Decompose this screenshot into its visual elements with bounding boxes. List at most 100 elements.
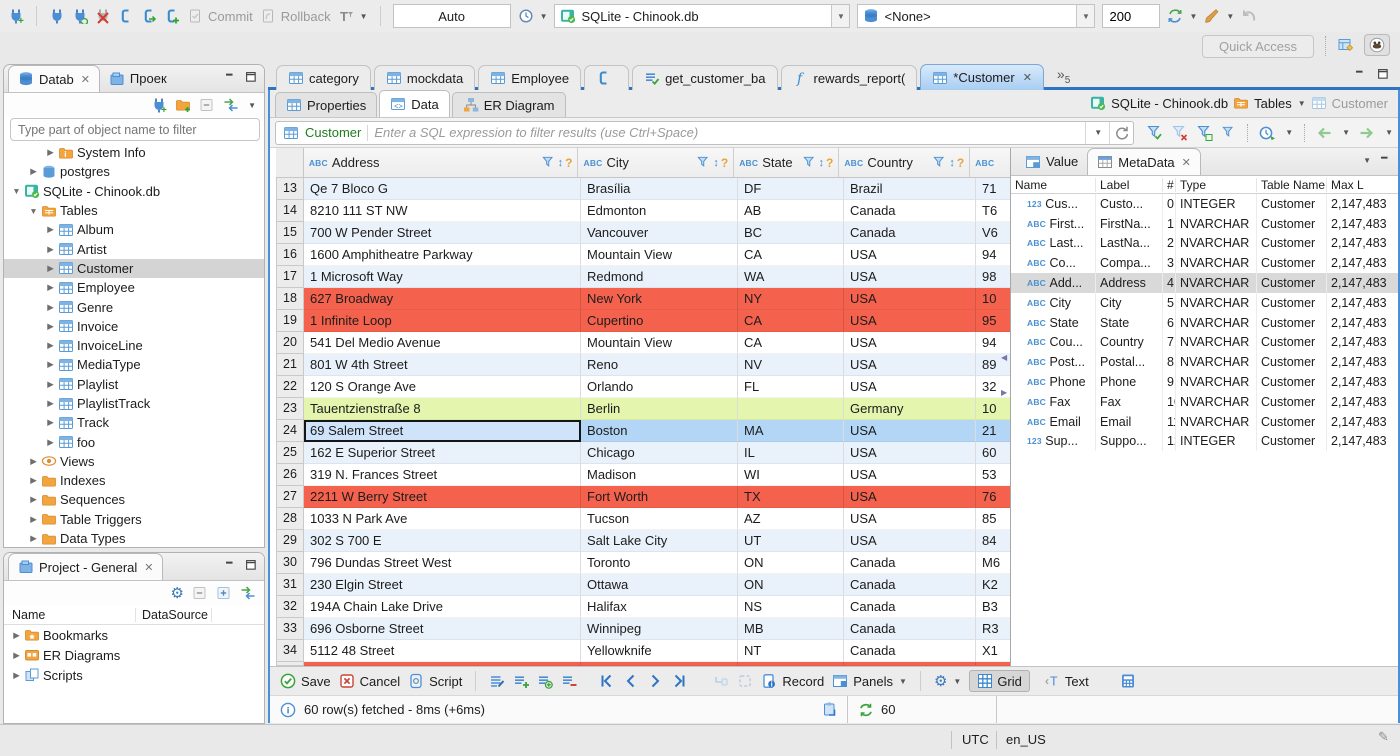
metadata-row[interactable]: ABC Add... Address 4 NVARCHAR Customer 2… bbox=[1011, 273, 1398, 293]
meta-type-cell[interactable]: INTEGER bbox=[1176, 194, 1257, 214]
data-cell[interactable]: Ottawa bbox=[581, 574, 738, 596]
close-icon[interactable]: ✕ bbox=[81, 73, 90, 86]
save-button[interactable]: Save bbox=[280, 673, 331, 689]
table-row[interactable]: 28 1033 N Park Ave Tucson AZ USA 85 bbox=[276, 508, 1016, 530]
timezone-indicator[interactable]: UTC bbox=[962, 732, 989, 747]
column-datasource[interactable]: DataSource bbox=[136, 607, 212, 622]
add-row-icon[interactable] bbox=[513, 673, 530, 689]
delete-row-icon[interactable] bbox=[561, 673, 577, 689]
project-item-er-diagrams[interactable]: ▶ ER Diagrams bbox=[4, 645, 264, 665]
breadcrumb-table[interactable]: Customer bbox=[1332, 96, 1388, 111]
tree-item-indexes[interactable]: ▶ Indexes bbox=[4, 471, 264, 490]
meta-ordinal-cell[interactable]: 1 bbox=[1163, 213, 1176, 234]
tree-item-sequences[interactable]: ▶ Sequences bbox=[4, 490, 264, 509]
tree-item-genre[interactable]: ▶ Genre bbox=[4, 297, 264, 316]
row-number[interactable]: 24 bbox=[276, 420, 304, 442]
data-cell[interactable]: DF bbox=[738, 178, 844, 200]
chevron-right-icon[interactable]: ▶ bbox=[27, 456, 40, 467]
data-cell[interactable]: CA bbox=[738, 244, 844, 266]
format-button[interactable]: ▼ bbox=[1204, 8, 1234, 24]
row-number[interactable]: 28 bbox=[276, 508, 304, 530]
chevron-right-icon[interactable]: ▶ bbox=[44, 417, 57, 428]
metadata-row[interactable]: 123 Sup... Suppo... 12 INTEGER Customer … bbox=[1011, 431, 1398, 452]
meta-table-cell[interactable]: Customer bbox=[1257, 431, 1327, 452]
row-number[interactable]: 34 bbox=[276, 640, 304, 662]
data-cell[interactable]: Brasília bbox=[581, 178, 738, 200]
filter-icon[interactable] bbox=[802, 156, 817, 170]
meta-table-cell[interactable]: Customer bbox=[1257, 372, 1327, 392]
sash-expand-icon[interactable]: ▶ bbox=[1001, 388, 1007, 397]
row-number[interactable] bbox=[276, 662, 304, 666]
column-name[interactable]: Name bbox=[4, 607, 136, 622]
meta-name-cell[interactable]: ABC Cou... bbox=[1011, 332, 1096, 353]
tab-er-diagram[interactable]: ER Diagram bbox=[451, 92, 566, 117]
column-header-address[interactable]: ABC Address ↕? bbox=[304, 148, 579, 177]
filter-icon[interactable] bbox=[541, 156, 556, 170]
data-cell[interactable]: Canada bbox=[844, 574, 976, 596]
view-menu-icon[interactable]: ▼ bbox=[1363, 156, 1371, 165]
column-hint-icon[interactable]: ? bbox=[957, 156, 964, 170]
data-cell[interactable]: Vancouver bbox=[581, 222, 738, 244]
tree-item-views[interactable]: ▶ Views bbox=[4, 452, 264, 471]
meta-column-type[interactable]: Type bbox=[1176, 177, 1257, 192]
commit-button[interactable]: Commit bbox=[187, 8, 253, 24]
metadata-row[interactable]: ABC Last... LastNa... 2 NVARCHAR Custome… bbox=[1011, 233, 1398, 254]
meta-ordinal-cell[interactable]: 11 bbox=[1163, 411, 1176, 432]
data-cell[interactable]: 1033 N Park Ave bbox=[304, 508, 581, 530]
data-cell[interactable]: Cupertino bbox=[581, 310, 738, 332]
data-cell[interactable]: 319 N. Frances Street bbox=[304, 464, 581, 486]
chevron-right-icon[interactable]: ▶ bbox=[27, 494, 40, 505]
data-cell[interactable]: 8210 111 ST NW bbox=[304, 200, 581, 222]
data-cell[interactable]: NS bbox=[738, 596, 844, 618]
remove-filter-icon[interactable] bbox=[1172, 125, 1188, 141]
table-row[interactable]: 26 319 N. Frances Street Madison WI USA 53 bbox=[276, 464, 1016, 486]
new-sql-editor-icon[interactable] bbox=[164, 8, 180, 24]
data-cell[interactable]: Canada bbox=[844, 596, 976, 618]
meta-table-cell[interactable]: Customer bbox=[1257, 411, 1327, 432]
transaction-mode-button[interactable]: T ▼ bbox=[338, 8, 368, 24]
data-cell[interactable]: AZ bbox=[738, 508, 844, 530]
meta-maxlength-cell[interactable]: 2,147,483 bbox=[1327, 392, 1398, 412]
meta-name-cell[interactable]: ABC Fax bbox=[1011, 391, 1096, 412]
meta-ordinal-cell[interactable]: 7 bbox=[1163, 332, 1176, 353]
tree-item-tables[interactable]: ▼ Tables bbox=[4, 201, 264, 220]
meta-type-cell[interactable]: NVARCHAR bbox=[1176, 372, 1257, 392]
table-row[interactable]: 15 700 W Pender Street Vancouver BC Canada V6 bbox=[276, 222, 1016, 244]
meta-table-cell[interactable]: Customer bbox=[1257, 352, 1327, 373]
column-hint-icon[interactable]: ? bbox=[826, 156, 833, 170]
view-menu-icon[interactable]: ▼ bbox=[248, 101, 256, 110]
meta-type-cell[interactable]: NVARCHAR bbox=[1176, 411, 1257, 432]
data-cell[interactable]: 627 Broadway bbox=[304, 288, 581, 310]
fetch-all-icon[interactable] bbox=[737, 673, 753, 689]
link-with-editor-icon[interactable] bbox=[223, 97, 239, 113]
row-number[interactable]: 31 bbox=[276, 574, 304, 596]
table-row[interactable]: 34 5112 48 Street Yellowknife NT Canada X1 bbox=[276, 640, 1016, 662]
last-row-icon[interactable] bbox=[671, 673, 687, 689]
meta-type-cell[interactable]: NVARCHAR bbox=[1176, 253, 1257, 274]
editor-tab-mockdata[interactable]: mockdata bbox=[373, 65, 476, 90]
data-cell[interactable]: Qe 7 Bloco G bbox=[304, 178, 581, 200]
meta-maxlength-cell[interactable]: 2,147,483 bbox=[1327, 194, 1398, 214]
tree-item-employee[interactable]: ▶ Employee bbox=[4, 278, 264, 297]
tree-item-postgres[interactable]: ▶ postgres bbox=[4, 162, 264, 181]
meta-table-cell[interactable]: Customer bbox=[1257, 292, 1327, 313]
data-cell[interactable]: 1 Infinite Loop bbox=[304, 310, 581, 332]
row-number[interactable]: 16 bbox=[276, 244, 304, 266]
metadata-row[interactable]: ABC Co... Compa... 3 NVARCHAR Customer 2… bbox=[1011, 253, 1398, 274]
meta-ordinal-cell[interactable]: 4 bbox=[1163, 273, 1176, 293]
chevron-right-icon[interactable]: ▶ bbox=[44, 398, 57, 409]
tab-project-general[interactable]: Project - General ✕ bbox=[8, 553, 164, 580]
copy-status-icon[interactable] bbox=[822, 701, 838, 717]
meta-type-cell[interactable]: NVARCHAR bbox=[1176, 233, 1257, 254]
chevron-right-icon[interactable]: ▶ bbox=[44, 282, 57, 293]
table-row[interactable]: 30 796 Dundas Street West Toronto ON Canada M… bbox=[276, 552, 1016, 574]
meta-ordinal-cell[interactable]: 12 bbox=[1163, 431, 1176, 452]
meta-type-cell[interactable]: NVARCHAR bbox=[1176, 312, 1257, 333]
data-cell[interactable]: TX bbox=[738, 486, 844, 508]
meta-label-cell[interactable]: City bbox=[1096, 292, 1163, 313]
meta-type-cell[interactable]: NVARCHAR bbox=[1176, 213, 1257, 234]
data-cell[interactable]: Salt Lake City bbox=[581, 530, 738, 552]
data-cell[interactable]: CA bbox=[738, 332, 844, 354]
meta-ordinal-cell[interactable]: 8 bbox=[1163, 352, 1176, 373]
row-number[interactable]: 30 bbox=[276, 552, 304, 574]
